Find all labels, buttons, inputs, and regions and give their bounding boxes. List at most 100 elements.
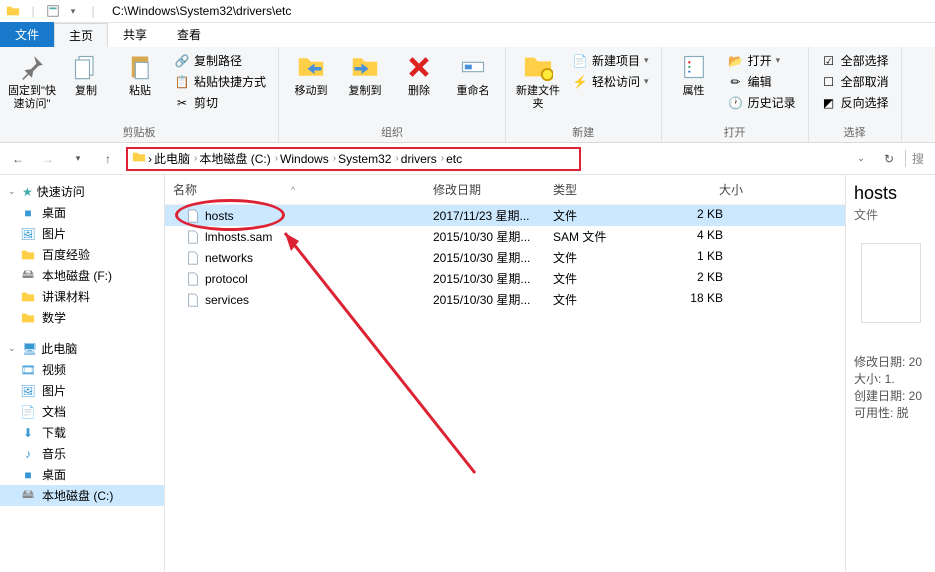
open-button[interactable]: 📂打开▾ — [724, 51, 800, 70]
tab-file[interactable]: 文件 — [0, 22, 54, 47]
sidebar-courseware[interactable]: 讲课材料 — [0, 286, 164, 307]
col-name[interactable]: 名称^ — [173, 179, 433, 200]
paste-shortcut-button[interactable]: 📋粘贴快捷方式 — [170, 72, 270, 91]
delete-icon — [403, 51, 435, 83]
forward-button[interactable]: → — [36, 147, 60, 171]
file-list-pane: 名称^ 修改日期 类型 大小 hosts2017/11/23 星期...文件2 … — [165, 175, 845, 572]
preview-thumbnail — [861, 243, 921, 323]
copy-path-icon: 🔗 — [174, 53, 190, 69]
select-all-button[interactable]: ☑全部选择 — [817, 51, 893, 70]
invert-selection-button[interactable]: ◩反向选择 — [817, 93, 893, 112]
select-none-button[interactable]: ☐全部取消 — [817, 72, 893, 91]
move-to-icon — [295, 51, 327, 83]
file-date: 2015/10/30 星期... — [433, 270, 553, 287]
preview-metadata: 修改日期: 20 大小: 1. 创建日期: 20 可用性: 脱 — [854, 353, 927, 421]
sidebar-this-pc[interactable]: ⌄🖥此电脑 — [0, 338, 164, 359]
pin-button[interactable]: 固定到"快速访问" — [8, 51, 56, 111]
cut-button[interactable]: ✂剪切 — [170, 93, 270, 112]
sidebar-disk-c[interactable]: 🖴本地磁盘 (C:) — [0, 485, 164, 506]
sidebar-disk-f[interactable]: 🖴本地磁盘 (F:) — [0, 265, 164, 286]
file-date: 2015/10/30 星期... — [433, 291, 553, 308]
copy-to-button[interactable]: 复制到 — [341, 51, 389, 98]
file-name: lmhosts.sam — [205, 230, 272, 244]
crumb-3[interactable]: System32› — [338, 152, 399, 166]
file-row[interactable]: services2015/10/30 星期...文件18 KB — [165, 289, 845, 310]
file-row[interactable]: protocol2015/10/30 星期...文件2 KB — [165, 268, 845, 289]
address-bar[interactable]: › 此电脑› 本地磁盘 (C:)› Windows› System32› dri… — [126, 147, 581, 171]
up-button[interactable]: ↑ — [96, 147, 120, 171]
sidebar-desktop[interactable]: ■桌面 — [0, 202, 164, 223]
easy-access-icon: ⚡ — [572, 74, 588, 90]
sidebar-quick-access[interactable]: ⌄★快速访问 — [0, 181, 164, 202]
file-row[interactable]: lmhosts.sam2015/10/30 星期...SAM 文件4 KB — [165, 226, 845, 247]
sidebar-downloads[interactable]: ⬇下载 — [0, 422, 164, 443]
recent-dropdown[interactable]: ▾ — [66, 147, 90, 171]
file-size: 2 KB — [663, 270, 743, 287]
new-folder-button[interactable]: 新建文件夹 — [514, 51, 562, 111]
move-to-button[interactable]: 移动到 — [287, 51, 335, 98]
folder-icon — [132, 150, 146, 167]
tab-view[interactable]: 查看 — [162, 22, 216, 47]
qat-dropdown-icon[interactable]: ▾ — [64, 2, 82, 20]
crumb-5[interactable]: etc — [446, 152, 462, 166]
rename-button[interactable]: 重命名 — [449, 51, 497, 98]
sidebar-pictures[interactable]: 🖼图片 — [0, 223, 164, 244]
sidebar-videos[interactable]: 🎞视频 — [0, 359, 164, 380]
preview-subtitle: 文件 — [854, 206, 927, 223]
file-name: protocol — [205, 272, 248, 286]
open-icon: 📂 — [728, 53, 744, 69]
file-type: SAM 文件 — [553, 228, 663, 245]
refresh-button[interactable]: ↻ — [877, 147, 901, 171]
ribbon: 固定到"快速访问" 复制 粘贴 🔗复制路径 📋粘贴快捷方式 ✂剪切 剪贴板 移动… — [0, 47, 935, 143]
properties-icon — [678, 51, 710, 83]
sidebar-desktop2[interactable]: ■桌面 — [0, 464, 164, 485]
group-select: ☑全部选择 ☐全部取消 ◩反向选择 选择 — [809, 47, 902, 142]
col-size[interactable]: 大小 — [663, 179, 743, 200]
file-icon — [185, 250, 201, 266]
tab-home[interactable]: 主页 — [54, 23, 108, 47]
file-name: networks — [205, 251, 253, 265]
sidebar-pictures2[interactable]: 🖼图片 — [0, 380, 164, 401]
file-size: 18 KB — [663, 291, 743, 308]
file-row[interactable]: hosts2017/11/23 星期...文件2 KB — [165, 205, 845, 226]
sidebar-math[interactable]: 数学 — [0, 307, 164, 328]
sidebar-music[interactable]: ♪音乐 — [0, 443, 164, 464]
file-icon — [185, 271, 201, 287]
properties-button[interactable]: 属性 — [670, 51, 718, 98]
column-headers[interactable]: 名称^ 修改日期 类型 大小 — [165, 175, 845, 205]
group-new: 新建文件夹 📄新建项目▾ ⚡轻松访问▾ 新建 — [506, 47, 662, 142]
copy-button[interactable]: 复制 — [62, 51, 110, 98]
tab-share[interactable]: 共享 — [108, 22, 162, 47]
file-row[interactable]: networks2015/10/30 星期...文件1 KB — [165, 247, 845, 268]
history-button[interactable]: 🕐历史记录 — [724, 93, 800, 112]
delete-button[interactable]: 删除 — [395, 51, 443, 98]
crumb-1[interactable]: 本地磁盘 (C:)› — [199, 150, 278, 167]
qat-props-icon[interactable] — [44, 2, 62, 20]
select-none-icon: ☐ — [821, 74, 837, 90]
new-folder-icon — [522, 51, 554, 83]
crumb-2[interactable]: Windows› — [280, 152, 336, 166]
paste-button[interactable]: 粘贴 — [116, 51, 164, 98]
file-name: services — [205, 293, 249, 307]
crumb-4[interactable]: drivers› — [401, 152, 444, 166]
file-name: hosts — [205, 209, 234, 223]
select-all-icon: ☑ — [821, 53, 837, 69]
sidebar-documents[interactable]: 📄文档 — [0, 401, 164, 422]
addr-dropdown-icon[interactable]: ⌄ — [849, 147, 873, 171]
file-icon — [185, 208, 201, 224]
back-button[interactable]: ← — [6, 147, 30, 171]
new-item-button[interactable]: 📄新建项目▾ — [568, 51, 653, 70]
edit-button[interactable]: ✏编辑 — [724, 72, 800, 91]
col-date[interactable]: 修改日期 — [433, 179, 553, 200]
sidebar-baidu[interactable]: 百度经验 — [0, 244, 164, 265]
file-icon — [185, 229, 201, 245]
copy-icon — [70, 51, 102, 83]
file-size: 2 KB — [663, 207, 743, 224]
easy-access-button[interactable]: ⚡轻松访问▾ — [568, 72, 653, 91]
copy-path-button[interactable]: 🔗复制路径 — [170, 51, 270, 70]
col-type[interactable]: 类型 — [553, 179, 663, 200]
pin-icon — [16, 51, 48, 83]
chevron-right-icon[interactable]: › — [148, 152, 152, 166]
search-box[interactable]: 搜 — [905, 150, 929, 167]
crumb-0[interactable]: 此电脑› — [154, 150, 197, 167]
